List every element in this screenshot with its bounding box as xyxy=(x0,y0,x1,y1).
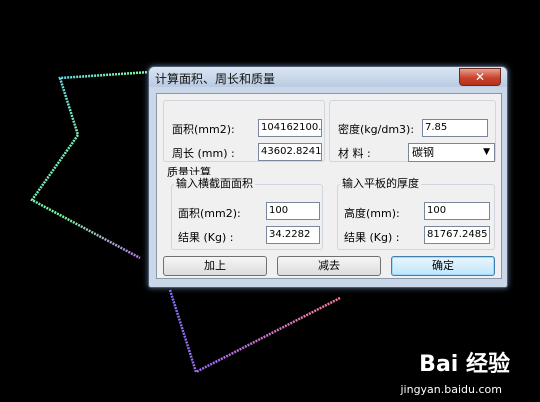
plate-result-label: 结果 (Kg) : xyxy=(344,231,400,244)
perimeter-label: 周长 (mm) : xyxy=(172,147,235,160)
material-select-value: 碳钢 xyxy=(412,146,434,159)
title-bar[interactable]: 计算面积、周长和质量 ✕ xyxy=(149,67,507,87)
plate-thickness-title: 输入平板的厚度 xyxy=(340,175,421,191)
area-perimeter-group: 面积(mm2): 104162100. 周长 (mm) : 43602.8241 xyxy=(163,100,325,162)
cross-area-input[interactable]: 100 xyxy=(266,202,320,220)
dialog-client-area: 面积(mm2): 104162100. 周长 (mm) : 43602.8241… xyxy=(156,93,502,279)
material-select[interactable]: 碳钢 ▼ xyxy=(408,143,495,162)
plate-result-field[interactable]: 81767.2485 xyxy=(424,226,490,244)
cross-result-label: 结果 (Kg) : xyxy=(178,231,234,244)
ok-button[interactable]: 确定 xyxy=(391,256,495,276)
thickness-input[interactable]: 100 xyxy=(424,202,490,220)
calc-dialog: 计算面积、周长和质量 ✕ 面积(mm2): 104162100. 周长 (mm)… xyxy=(148,66,508,288)
baidu-logo: Bai 经验 xyxy=(419,352,510,377)
material-label: 材 料 : xyxy=(338,147,371,160)
cross-section-group: 输入横截面面积 面积(mm2): 100 结果 (Kg) : 34.2282 xyxy=(171,175,323,250)
density-label: 密度(kg/dm3): xyxy=(338,123,415,136)
cross-area-label: 面积(mm2): xyxy=(178,207,241,220)
plate-thickness-group: 输入平板的厚度 高度(mm): 100 结果 (Kg) : 81767.2485 xyxy=(337,175,495,250)
perimeter-field[interactable]: 43602.8241 xyxy=(258,143,322,161)
watermark-url: jingyan.baidu.com xyxy=(400,383,502,396)
chevron-down-icon: ▼ xyxy=(483,147,490,157)
close-icon: ✕ xyxy=(474,70,486,84)
density-field[interactable]: 7.85 xyxy=(422,119,488,137)
add-button[interactable]: 加上 xyxy=(163,256,267,276)
cross-result-field[interactable]: 34.2282 xyxy=(266,226,320,244)
area-label: 面积(mm2): xyxy=(172,123,235,136)
close-button[interactable]: ✕ xyxy=(459,68,501,86)
subtract-button[interactable]: 减去 xyxy=(277,256,381,276)
area-field[interactable]: 104162100. xyxy=(258,119,322,137)
cross-section-title: 输入横截面面积 xyxy=(174,175,255,191)
density-material-group: 密度(kg/dm3): 7.85 材 料 : 碳钢 ▼ xyxy=(329,100,496,162)
thickness-label: 高度(mm): xyxy=(344,207,400,220)
window-title: 计算面积、周长和质量 xyxy=(155,72,276,86)
